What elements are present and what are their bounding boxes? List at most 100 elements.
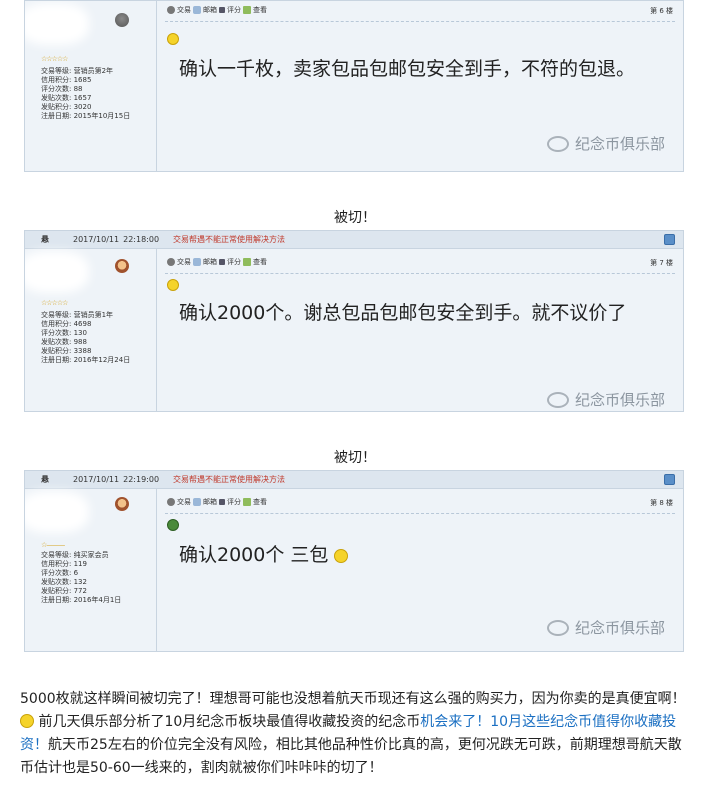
user-info: 交易等级: 纯买家会员 信用积分: 119 评分次数: 6 发贴次数: 132 …	[41, 551, 121, 605]
avatar[interactable]	[115, 259, 129, 273]
post-content: 交易 邮箱 评分 查看 第 7 楼 确认2000个。谢总包品包邮包安全到手。就不…	[157, 249, 683, 411]
notice-link[interactable]: 交易帮遇不能正常使用解决方法	[173, 474, 285, 485]
user-info-line: 评分次数: 6	[41, 569, 79, 577]
user-info-line: 发贴积分: 3388	[41, 347, 92, 355]
user-info: 交易等级: 营销员第1年 信用积分: 4698 评分次数: 130 发贴次数: …	[41, 311, 130, 365]
watermark-text: 纪念币俱乐部	[574, 135, 665, 153]
mail-link[interactable]: 邮箱	[203, 497, 217, 507]
paragraph-text: 前几天俱乐部分析了10月纪念币板块最值得收藏投资的纪念币	[34, 714, 421, 730]
watermark: 纪念币俱乐部	[546, 133, 665, 154]
post-time: 22:18:00	[123, 235, 160, 244]
wechat-icon	[546, 135, 569, 152]
mail-icon[interactable]	[193, 6, 201, 14]
divider	[165, 513, 675, 514]
avatar-blurred	[25, 3, 89, 45]
view-icon[interactable]	[243, 258, 251, 266]
user-info-line: 发贴次数: 132	[41, 578, 87, 586]
user-info-line: 评分次数: 130	[41, 329, 87, 337]
user-info-line: 信用积分: 1685	[41, 76, 92, 84]
trade-icon[interactable]	[167, 6, 175, 14]
floor-number: 第 6 楼	[650, 7, 673, 15]
user-info-line: 注册日期: 2016年4月1日	[41, 596, 122, 604]
user-info-line: 发贴次数: 988	[41, 338, 87, 346]
mail-icon[interactable]	[193, 258, 201, 266]
view-link[interactable]: 查看	[253, 257, 267, 267]
mail-link[interactable]: 邮箱	[203, 5, 217, 15]
notice-link[interactable]: 交易帮遇不能正常使用解决方法	[173, 234, 285, 245]
trade-link[interactable]: 交易	[177, 497, 191, 507]
laughing-emoji-icon	[20, 714, 34, 728]
user-panel: ☆☆☆☆☆ 交易等级: 营销员第2年 信用积分: 1685 评分次数: 88 发…	[25, 1, 157, 171]
profile-icon[interactable]	[219, 259, 225, 265]
post-text: 确认一千枚，卖家包品包邮包安全到手，不符的包退。	[179, 58, 636, 80]
user-info-line: 发贴次数: 1657	[41, 94, 92, 102]
floor-number: 第 8 楼	[650, 499, 673, 507]
rating-stars: ☆———	[41, 541, 65, 549]
user-info-line: 发贴积分: 772	[41, 587, 87, 595]
user-info: 交易等级: 营销员第2年 信用积分: 1685 评分次数: 88 发贴次数: 1…	[41, 67, 130, 121]
post-text-content: 确认2000个 三包	[179, 544, 329, 566]
post-date: 2017/10/11	[73, 235, 120, 244]
trade-link[interactable]: 交易	[177, 5, 191, 15]
user-info-line: 注册日期: 2015年10月15日	[41, 112, 131, 120]
user-info-line: 评分次数: 88	[41, 85, 83, 93]
reply-icon[interactable]	[664, 234, 675, 245]
mail-icon[interactable]	[193, 498, 201, 506]
post-text: 确认2000个 三包	[179, 541, 669, 569]
cut-label: 被切！	[334, 210, 376, 226]
author-name[interactable]: 悬	[25, 474, 73, 485]
user-info-line: 注册日期: 2016年12月24日	[41, 356, 131, 364]
view-icon[interactable]	[243, 6, 251, 14]
divider	[165, 273, 675, 274]
view-link[interactable]: 查看	[253, 5, 267, 15]
article-paragraph: 5000枚就这样瞬间被切完了！理想哥可能也没想着航天币现还有这么强的购买力，因为…	[20, 688, 692, 780]
avatar[interactable]	[115, 13, 129, 27]
post-header: 悬 2017/10/11 22:19:00 交易帮遇不能正常使用解决方法	[25, 471, 683, 489]
rate-link[interactable]: 评分	[227, 257, 241, 267]
user-info-line: 交易等级: 营销员第2年	[41, 67, 114, 75]
paragraph-text: 5000枚就这样瞬间被切完了！理想哥可能也没想着航天币现还有这么强的购买力，因为…	[20, 691, 686, 707]
cut-label: 被切！	[334, 450, 376, 466]
sunglasses-emoji-icon	[334, 548, 349, 563]
rate-link[interactable]: 评分	[227, 497, 241, 507]
user-info-line: 信用积分: 4698	[41, 320, 92, 328]
post-floor-8: 悬 2017/10/11 22:19:00 交易帮遇不能正常使用解决方法 ☆——…	[24, 470, 684, 652]
post-time: 22:19:00	[123, 475, 160, 484]
user-panel: ☆☆☆☆☆ 交易等级: 营销员第1年 信用积分: 4698 评分次数: 130 …	[25, 249, 157, 411]
author-name[interactable]: 悬	[25, 234, 73, 245]
user-info-line: 信用积分: 119	[41, 560, 87, 568]
post-toolbar: 交易 邮箱 评分 查看	[167, 497, 267, 507]
user-panel: ☆——— 交易等级: 纯买家会员 信用积分: 119 评分次数: 6 发贴次数:…	[25, 489, 157, 651]
reply-icon[interactable]	[664, 474, 675, 485]
user-info-line: 交易等级: 营销员第1年	[41, 311, 114, 319]
trade-icon[interactable]	[167, 258, 175, 266]
post-toolbar: 交易 邮箱 评分 查看	[167, 257, 267, 267]
avatar-blurred	[25, 491, 89, 533]
wechat-icon	[546, 619, 569, 636]
trade-link[interactable]: 交易	[177, 257, 191, 267]
view-link[interactable]: 查看	[253, 497, 267, 507]
watermark: 纪念币俱乐部	[546, 389, 665, 410]
post-floor-7: 悬 2017/10/11 22:18:00 交易帮遇不能正常使用解决方法 ☆☆☆…	[24, 230, 684, 412]
watermark: 纪念币俱乐部	[546, 617, 665, 638]
user-info-line: 发贴积分: 3020	[41, 103, 92, 111]
profile-icon[interactable]	[219, 7, 225, 13]
trade-icon[interactable]	[167, 498, 175, 506]
mail-link[interactable]: 邮箱	[203, 257, 217, 267]
post-text: 确认2000个。谢总包品包邮包安全到手。就不议价了	[179, 302, 627, 324]
paragraph-text: 航天币25左右的价位完全没有风险，相比其他品种性价比真的高，更何况跌无可跌，前期…	[20, 737, 682, 776]
post-toolbar: 交易 邮箱 评分 查看	[167, 5, 267, 15]
post-date: 2017/10/11	[73, 475, 120, 484]
smiley-icon	[167, 279, 179, 291]
floor-number: 第 7 楼	[650, 259, 673, 267]
avatar[interactable]	[115, 497, 129, 511]
post-floor-6: ☆☆☆☆☆ 交易等级: 营销员第2年 信用积分: 1685 评分次数: 88 发…	[24, 0, 684, 172]
turtle-icon	[167, 519, 179, 531]
watermark-text: 纪念币俱乐部	[574, 391, 665, 409]
rating-stars: ☆☆☆☆☆	[41, 299, 68, 307]
view-icon[interactable]	[243, 498, 251, 506]
rate-link[interactable]: 评分	[227, 5, 241, 15]
profile-icon[interactable]	[219, 499, 225, 505]
watermark-text: 纪念币俱乐部	[574, 619, 665, 637]
post-content: 交易 邮箱 评分 查看 第 6 楼 确认一千枚，卖家包品包邮包安全到手，不符的包…	[157, 1, 683, 171]
